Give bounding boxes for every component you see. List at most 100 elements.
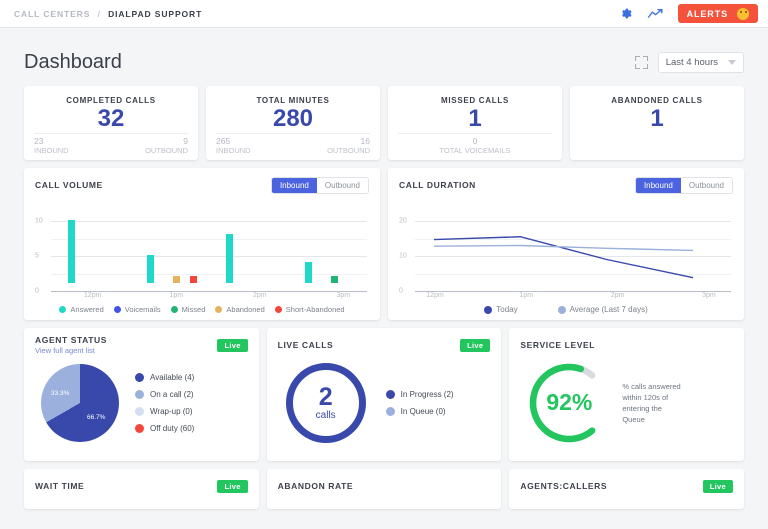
time-range-select[interactable]: Last 4 hours (657, 51, 744, 73)
bottom-row: WAIT TIME Live ABANDON RATE AGENTS:CALLE… (24, 469, 745, 509)
x-axis-tick: 3pm (336, 292, 351, 299)
legend-dot (113, 306, 121, 313)
call-volume-card: CALL VOLUME Inbound Outbound 0 5 10 12pm 1pm… (24, 168, 380, 320)
bar-group (51, 203, 367, 283)
kpi-voicemails: 0 TOTAL VOICEMAILS (439, 137, 511, 156)
kpi-card-completed-calls: COMPLETED CALLS 32 23 INBOUND 9 OUTBOUND (24, 86, 198, 160)
legend-label: Answered (70, 305, 104, 314)
legend-item: Abandoned (215, 305, 265, 314)
breadcrumb-root[interactable]: CALL CENTERS (14, 9, 90, 19)
legend-item: Average (Last 7 days) (557, 305, 648, 314)
bar-answered (147, 255, 155, 283)
legend-dot (135, 406, 144, 416)
kpi-card-missed-calls: MISSED CALLS 1 0 TOTAL VOICEMAILS (388, 86, 562, 160)
breadcrumb-current: DIALPAD SUPPORT (108, 8, 203, 19)
legend-label: Abandoned (226, 305, 265, 314)
agent-status-legend: Available (4) On a call (2) Wrap-up (0) Off… (135, 372, 195, 433)
legend-item: Voicemails (113, 305, 161, 314)
toggle-inbound[interactable]: Inbound (635, 177, 681, 193)
legend-item: In Progress (2) (385, 389, 454, 399)
legend-item: Missed (170, 305, 205, 314)
call-volume-plot: 0 5 10 12pm 1pm 2pm 3pm (35, 203, 369, 301)
kpi-inbound: 23 INBOUND (34, 136, 69, 156)
legend-label: Average (Last 7 days) (569, 305, 648, 314)
legend-label: Off duty (60) (150, 423, 195, 433)
call-duration-header: CALL DURATION Inbound Outbound (399, 176, 733, 194)
kpi-footer: 23 INBOUND 9 OUTBOUND (34, 133, 188, 160)
pie-slice-minor-pct: 33.3% (51, 389, 70, 397)
live-calls-legend: In Progress (2) In Queue (0) (385, 389, 454, 416)
legend-dot (385, 389, 395, 399)
legend-item: Answered (59, 305, 104, 314)
gridline (415, 291, 731, 292)
chevron-down-icon (728, 59, 736, 65)
live-calls-unit: calls (315, 409, 336, 421)
wait-time-card: WAIT TIME Live (24, 469, 259, 509)
call-volume-legend: Answered Voicemails Missed Abandoned Short-A… (35, 301, 369, 314)
live-calls-body: 2 calls In Progress (2) In Queue (0) (278, 353, 491, 452)
legend-dot (59, 306, 67, 313)
kpi-value: 280 (272, 105, 314, 132)
bar-short-abandoned (190, 276, 198, 283)
kpi-row: COMPLETED CALLS 32 23 INBOUND 9 OUTBOUND… (24, 86, 744, 160)
y-axis-tick: 10 (399, 252, 407, 260)
y-axis-tick: 20 (399, 217, 407, 225)
x-axis-tick: 12pm (426, 292, 444, 299)
call-duration-plot: 0 10 20 12pm 1pm 2pm 3pm (399, 203, 733, 301)
wait-time-header: WAIT TIME Live (35, 478, 248, 494)
kpi-voicemails-label: TOTAL VOICEMAILS (439, 146, 511, 155)
kpi-value: 1 (650, 105, 664, 132)
status-badge-live[interactable]: Live (217, 479, 248, 493)
legend-dot (484, 305, 493, 314)
service-level-title: SERVICE LEVEL (520, 340, 596, 350)
toggle-inbound[interactable]: Inbound (271, 177, 317, 193)
kpi-outbound: 16 OUTBOUND (327, 137, 370, 156)
alerts-button[interactable]: ALERTS (677, 4, 758, 23)
legend-item: Today (484, 305, 518, 314)
abandon-rate-header: ABANDON RATE (278, 478, 491, 494)
service-level-gauge: 92% (526, 360, 612, 446)
status-badge-live[interactable]: Live (217, 338, 248, 352)
gear-icon[interactable] (618, 6, 634, 22)
alert-face-icon (737, 7, 749, 20)
legend-dot (385, 406, 395, 416)
kpi-inbound: 265 INBOUND (216, 136, 251, 156)
bar-answered (68, 220, 76, 283)
status-badge-live[interactable]: Live (702, 479, 734, 493)
legend-label: Voicemails (124, 305, 161, 314)
kpi-inbound-number: 265 (216, 136, 231, 146)
y-axis-tick: 0 (399, 287, 403, 295)
live-calls-donut: 2 calls (285, 362, 366, 443)
chart-row: CALL VOLUME Inbound Outbound 0 5 10 12pm 1pm… (24, 168, 744, 320)
breadcrumb-separator: / (97, 8, 101, 19)
expand-fullscreen-icon[interactable] (634, 55, 648, 69)
agent-status-card: AGENT STATUS View full agent list Live 3… (24, 328, 259, 461)
service-level-header: SERVICE LEVEL (520, 337, 733, 353)
legend-dot (557, 305, 566, 314)
service-level-note: % calls answered within 120s of entering… (622, 381, 681, 424)
agent-status-title: AGENT STATUS (35, 335, 108, 345)
status-badge-live[interactable]: Live (460, 338, 491, 352)
toggle-outbound[interactable]: Outbound (680, 177, 732, 193)
legend-dot (215, 306, 223, 313)
y-axis-tick: 5 (35, 252, 39, 260)
legend-label: In Progress (2) (400, 389, 454, 399)
time-range-value: Last 4 hours (665, 56, 718, 68)
call-duration-card: CALL DURATION Inbound Outbound 0 10 20 12pm… (388, 168, 744, 320)
agents-callers-title: AGENTS:CALLERS (520, 481, 608, 491)
analytics-trend-icon[interactable] (648, 6, 664, 22)
kpi-inbound-number: 23 (34, 136, 44, 146)
agents-callers-card: AGENTS:CALLERS Live (509, 469, 745, 509)
legend-dot (135, 372, 144, 382)
toggle-outbound[interactable]: Outbound (316, 177, 368, 193)
agent-status-body: 33.3% 66.7% Available (4) On a call (2) Wr… (35, 353, 248, 452)
top-bar-actions: ALERTS (618, 4, 758, 23)
wait-time-title: WAIT TIME (35, 481, 85, 491)
legend-item: Available (4) (135, 372, 194, 382)
kpi-outbound: 9 OUTBOUND (145, 137, 188, 156)
legend-label: Today (496, 305, 518, 314)
kpi-value: 1 (468, 105, 482, 132)
pie-chart (41, 363, 119, 442)
kpi-inbound-label: INBOUND (34, 146, 69, 155)
live-calls-title: LIVE CALLS (277, 340, 334, 350)
